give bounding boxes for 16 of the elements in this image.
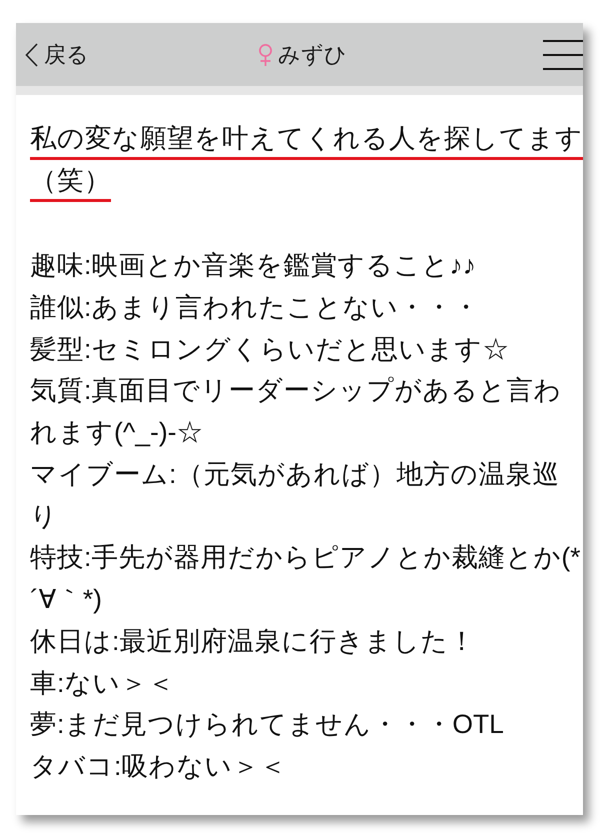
profile-line: 趣味:映画とか音楽を鑑賞すること♪♪ [30,249,477,282]
profile-line: 車:ない＞＜ [30,666,176,700]
profile-name: みずひ [278,41,347,69]
profile-line: 髪型:セミロングくらいだと思います☆ [30,332,510,366]
profile-line: タバコ:吸わない＞＜ [30,750,288,783]
profile-line: 夢:まだ見つけられてません・・・OTL [30,708,505,742]
profile-line: 特技:手先が器用だからピアノとか裁縫とか(*´∀｀*) [30,541,582,616]
back-button[interactable]: 戻る [16,23,89,86]
female-sign-icon [258,44,273,66]
profile-line: 休日は:最近別府温泉に行きました！ [30,624,476,658]
profile-line: マイブーム:（元気があれば）地方の温泉巡り [30,458,560,532]
chevron-left-icon [25,42,38,66]
intro-text: 私の変な願望を叶えてくれる人を探してます（笑） [30,122,583,197]
profile-line: 誰似:あまり言われたことない・・・ [30,290,480,324]
profile-line: 気質:真面目でリーダーシップがあると言われます(^_-)-☆ [30,374,562,449]
menu-icon [543,40,583,70]
